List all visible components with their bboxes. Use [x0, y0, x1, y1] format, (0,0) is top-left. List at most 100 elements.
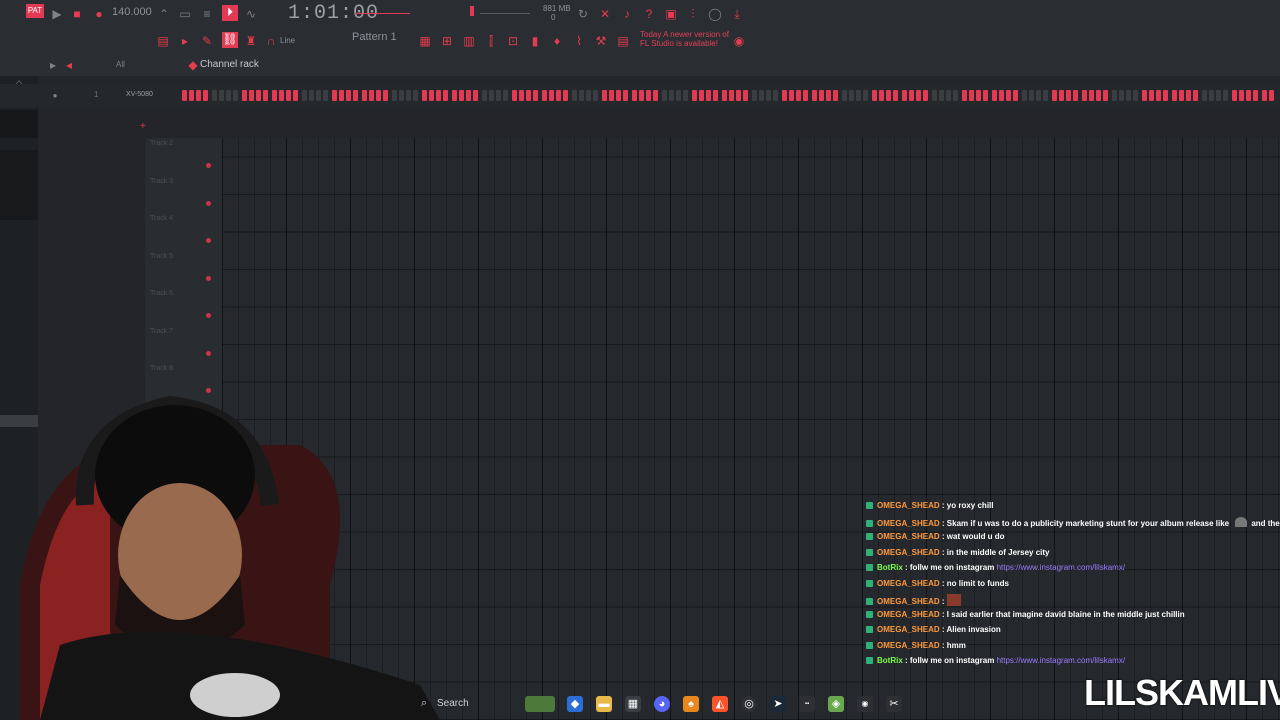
link-icon[interactable]: ⛓: [222, 32, 238, 48]
step-button[interactable]: [722, 90, 727, 101]
step-button[interactable]: [413, 90, 418, 101]
step-button[interactable]: [526, 90, 531, 101]
rack-menu-icon[interactable]: ◂: [62, 58, 76, 72]
step-button[interactable]: [353, 90, 358, 101]
step-button[interactable]: [909, 90, 914, 101]
step-button[interactable]: [429, 90, 434, 101]
step-button[interactable]: [923, 90, 928, 101]
step-button[interactable]: [533, 90, 538, 101]
step-button[interactable]: [196, 90, 201, 101]
save-icon[interactable]: ▣: [664, 7, 678, 21]
app-icon[interactable]: ▪▪: [799, 696, 815, 712]
step-button[interactable]: [1059, 90, 1064, 101]
step-button[interactable]: [902, 90, 907, 101]
step-button[interactable]: [1066, 90, 1071, 101]
step-button[interactable]: [399, 90, 404, 101]
step-button[interactable]: [436, 90, 441, 101]
step-button[interactable]: [706, 90, 711, 101]
store-icon[interactable]: ▦: [625, 696, 641, 712]
cable-icon[interactable]: ⌇: [572, 34, 586, 48]
chat-username[interactable]: OMEGA_SHEAD: [877, 532, 940, 541]
stamp-icon[interactable]: ♜: [244, 34, 258, 48]
step-button[interactable]: [999, 90, 1004, 101]
magnet-icon[interactable]: ∩: [264, 34, 278, 48]
chat-icon[interactable]: ◯: [708, 7, 722, 21]
step-button[interactable]: [713, 90, 718, 101]
channel-filter[interactable]: All: [116, 60, 125, 69]
blend-icon[interactable]: ∿: [244, 7, 258, 21]
mic-icon[interactable]: ♪: [620, 7, 634, 21]
track-label[interactable]: Track 4: [150, 215, 173, 222]
step-button[interactable]: [1022, 90, 1027, 101]
step-button[interactable]: [819, 90, 824, 101]
track-label[interactable]: Track 8: [150, 365, 173, 372]
step-button[interactable]: [212, 90, 217, 101]
step-button[interactable]: [422, 90, 427, 101]
step-button[interactable]: [692, 90, 697, 101]
chat-username[interactable]: OMEGA_SHEAD: [877, 548, 940, 557]
step-button[interactable]: [796, 90, 801, 101]
step-button[interactable]: [482, 90, 487, 101]
tempo-display[interactable]: 140.000: [112, 6, 152, 22]
step-button[interactable]: [976, 90, 981, 101]
step-button[interactable]: [932, 90, 937, 101]
step-button[interactable]: [392, 90, 397, 101]
step-button[interactable]: [489, 90, 494, 101]
chat-link[interactable]: https://www.instagram.com/lilskamx/: [997, 563, 1125, 572]
step-button[interactable]: [1089, 90, 1094, 101]
step-button[interactable]: [1103, 90, 1108, 101]
step-button[interactable]: [226, 90, 231, 101]
step-button[interactable]: [503, 90, 508, 101]
step-button[interactable]: [586, 90, 591, 101]
step-button[interactable]: [466, 90, 471, 101]
step-button[interactable]: [452, 90, 457, 101]
capcut-icon[interactable]: ✂: [886, 696, 902, 712]
track-label[interactable]: Track 7: [150, 328, 173, 335]
wait-icon[interactable]: ▭: [178, 7, 192, 21]
step-button[interactable]: [646, 90, 651, 101]
chat-username[interactable]: BotRix: [877, 563, 903, 572]
chat-username[interactable]: OMEGA_SHEAD: [877, 641, 940, 650]
step-button[interactable]: [632, 90, 637, 101]
track-mute-dot[interactable]: [206, 200, 211, 206]
step-button[interactable]: [189, 90, 194, 101]
stop-icon[interactable]: ■: [70, 7, 84, 21]
step-button[interactable]: [1172, 90, 1177, 101]
mixer-icon[interactable]: ⫶: [686, 7, 700, 21]
step-button[interactable]: [519, 90, 524, 101]
play-icon[interactable]: ▶: [50, 7, 64, 21]
channel-name-button[interactable]: XV-5080: [126, 91, 153, 98]
step-button[interactable]: [789, 90, 794, 101]
step-button[interactable]: [676, 90, 681, 101]
track-mute-dot[interactable]: [206, 275, 211, 281]
steam-icon[interactable]: ➤: [770, 696, 786, 712]
step-button[interactable]: [1036, 90, 1041, 101]
copilot-icon[interactable]: ◆: [567, 696, 583, 712]
step-button[interactable]: [1013, 90, 1018, 101]
step-button[interactable]: [443, 90, 448, 101]
step-button[interactable]: [496, 90, 501, 101]
chat-username[interactable]: OMEGA_SHEAD: [877, 597, 940, 606]
step-button[interactable]: [512, 90, 517, 101]
step-button[interactable]: [579, 90, 584, 101]
pencil-icon[interactable]: ✎: [200, 34, 214, 48]
step-button[interactable]: [1186, 90, 1191, 101]
step-button[interactable]: [1179, 90, 1184, 101]
step-button[interactable]: [316, 90, 321, 101]
chat-username[interactable]: OMEGA_SHEAD: [877, 519, 940, 528]
step-button[interactable]: [1253, 90, 1258, 101]
step-button[interactable]: [1232, 90, 1237, 101]
step-button[interactable]: [1269, 90, 1274, 101]
pattern-selector[interactable]: Pattern 1: [352, 31, 398, 49]
step-button[interactable]: [992, 90, 997, 101]
step-button[interactable]: [249, 90, 254, 101]
step-button[interactable]: [983, 90, 988, 101]
refresh-icon[interactable]: ↻: [576, 7, 590, 21]
step-button[interactable]: [953, 90, 958, 101]
record-icon[interactable]: ●: [92, 7, 106, 21]
step-button[interactable]: [669, 90, 674, 101]
step-button[interactable]: [362, 90, 367, 101]
metronome-icon[interactable]: ⌃: [157, 7, 171, 21]
fl-logo-icon[interactable]: ◉: [732, 34, 746, 48]
step-button[interactable]: [916, 90, 921, 101]
